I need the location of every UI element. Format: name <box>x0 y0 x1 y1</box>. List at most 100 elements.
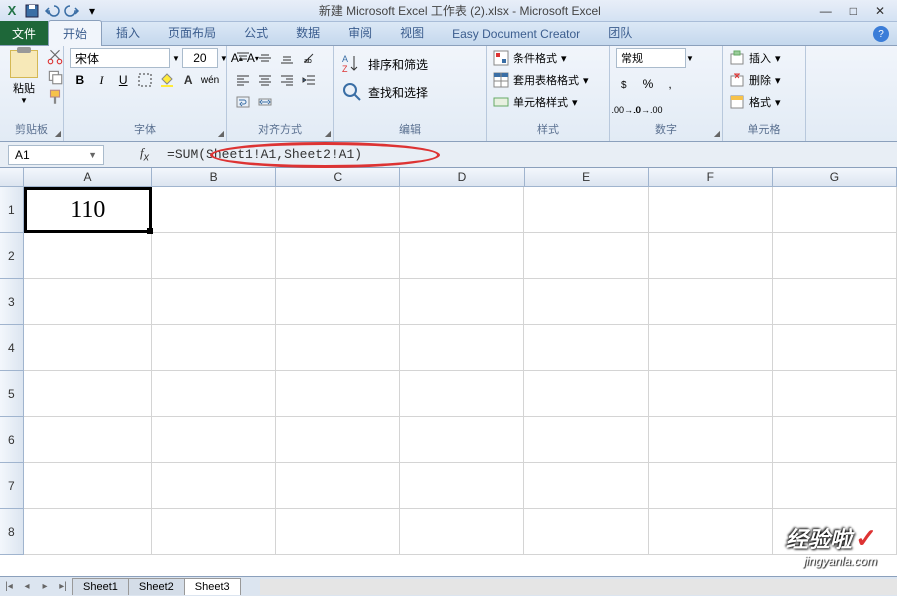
format-painter-icon[interactable] <box>46 88 64 106</box>
sheet-nav-last-icon[interactable]: ▸| <box>54 578 72 596</box>
tab-review[interactable]: 审阅 <box>334 20 386 45</box>
cell-D1[interactable] <box>400 187 524 233</box>
tab-easy-doc[interactable]: Easy Document Creator <box>438 23 594 45</box>
cell-F1[interactable] <box>649 187 773 233</box>
decrease-decimal-icon[interactable]: .0→.00 <box>638 100 658 120</box>
file-tab[interactable]: 文件 <box>0 21 48 45</box>
horizontal-scrollbar[interactable] <box>260 579 897 595</box>
cell-E4[interactable] <box>524 325 648 371</box>
phonetic-button[interactable]: wén <box>200 70 220 90</box>
comma-icon[interactable]: , <box>660 74 680 94</box>
cell-E3[interactable] <box>524 279 648 325</box>
increase-indent-icon[interactable] <box>299 70 319 90</box>
close-button[interactable]: ✕ <box>875 4 885 18</box>
spreadsheet-grid[interactable]: ABCDEFG 11102345678 <box>0 168 897 578</box>
column-header-G[interactable]: G <box>773 168 897 186</box>
font-name-select[interactable] <box>70 48 170 68</box>
align-top-icon[interactable] <box>233 48 253 68</box>
cell-C1[interactable] <box>276 187 400 233</box>
cell-E6[interactable] <box>524 417 648 463</box>
conditional-format-button[interactable]: 条件格式 ▾ <box>493 48 603 68</box>
underline-button[interactable]: U <box>113 70 133 90</box>
column-header-E[interactable]: E <box>525 168 649 186</box>
tab-insert[interactable]: 插入 <box>102 20 154 45</box>
cell-G7[interactable] <box>773 463 897 509</box>
cell-F7[interactable] <box>649 463 773 509</box>
sheet-nav-first-icon[interactable]: |◂ <box>0 578 18 596</box>
maximize-button[interactable]: □ <box>850 4 857 18</box>
cell-C2[interactable] <box>276 233 400 279</box>
cell-E8[interactable] <box>524 509 648 555</box>
sheet-tab-sheet2[interactable]: Sheet2 <box>128 578 185 595</box>
table-format-button[interactable]: 套用表格格式 ▾ <box>493 70 603 90</box>
number-format-select[interactable] <box>616 48 686 68</box>
row-header-5[interactable]: 5 <box>0 371 24 417</box>
cell-G5[interactable] <box>773 371 897 417</box>
align-left-icon[interactable] <box>233 70 253 90</box>
column-header-C[interactable]: C <box>276 168 400 186</box>
row-header-1[interactable]: 1 <box>0 187 24 233</box>
orientation-icon[interactable]: ab <box>299 48 319 68</box>
find-select-button[interactable]: 查找和选择 <box>340 80 480 104</box>
copy-icon[interactable] <box>46 68 64 86</box>
align-center-icon[interactable] <box>255 70 275 90</box>
cell-E2[interactable] <box>524 233 648 279</box>
cell-A6[interactable] <box>24 417 152 463</box>
font-launcher-icon[interactable]: ◢ <box>218 129 224 138</box>
cell-C6[interactable] <box>276 417 400 463</box>
cell-G1[interactable] <box>773 187 897 233</box>
cell-A7[interactable] <box>24 463 152 509</box>
cell-F3[interactable] <box>649 279 773 325</box>
cut-icon[interactable] <box>46 48 64 66</box>
row-header-6[interactable]: 6 <box>0 417 24 463</box>
cell-B4[interactable] <box>152 325 276 371</box>
align-bottom-icon[interactable] <box>277 48 297 68</box>
number-launcher-icon[interactable]: ◢ <box>714 129 720 138</box>
percent-icon[interactable]: % <box>638 74 658 94</box>
undo-icon[interactable] <box>44 3 60 19</box>
cell-F8[interactable] <box>649 509 773 555</box>
cell-A4[interactable] <box>24 325 152 371</box>
cell-F6[interactable] <box>649 417 773 463</box>
cell-E7[interactable] <box>524 463 648 509</box>
row-header-4[interactable]: 4 <box>0 325 24 371</box>
sort-filter-button[interactable]: AZ 排序和筛选 <box>340 52 480 76</box>
cell-D2[interactable] <box>400 233 524 279</box>
cell-D5[interactable] <box>400 371 524 417</box>
cell-G6[interactable] <box>773 417 897 463</box>
name-box-dropdown-icon[interactable]: ▼ <box>88 150 97 160</box>
cell-B5[interactable] <box>152 371 276 417</box>
cell-G3[interactable] <box>773 279 897 325</box>
tab-formulas[interactable]: 公式 <box>230 20 282 45</box>
cell-A8[interactable] <box>24 509 152 555</box>
tab-page-layout[interactable]: 页面布局 <box>154 20 230 45</box>
align-middle-icon[interactable] <box>255 48 275 68</box>
cell-B1[interactable] <box>152 187 276 233</box>
sheet-nav-next-icon[interactable]: ▸ <box>36 578 54 596</box>
sheet-nav-prev-icon[interactable]: ◂ <box>18 578 36 596</box>
cell-B2[interactable] <box>152 233 276 279</box>
cell-styles-button[interactable]: 单元格样式 ▾ <box>493 92 603 112</box>
redo-icon[interactable] <box>64 3 80 19</box>
tab-home[interactable]: 开始 <box>48 20 102 46</box>
cell-B7[interactable] <box>152 463 276 509</box>
bold-button[interactable]: B <box>70 70 90 90</box>
merge-cells-icon[interactable] <box>255 92 275 112</box>
column-header-A[interactable]: A <box>24 168 152 186</box>
fx-icon[interactable]: fx <box>140 145 149 164</box>
column-header-F[interactable]: F <box>649 168 773 186</box>
select-all-button[interactable] <box>0 168 24 187</box>
cell-C4[interactable] <box>276 325 400 371</box>
currency-icon[interactable]: $ <box>616 74 636 94</box>
column-header-D[interactable]: D <box>400 168 524 186</box>
cell-F4[interactable] <box>649 325 773 371</box>
cell-G2[interactable] <box>773 233 897 279</box>
cell-D8[interactable] <box>400 509 524 555</box>
cell-D7[interactable] <box>400 463 524 509</box>
cell-A1[interactable]: 110 <box>24 187 152 233</box>
font-color-button[interactable]: A <box>178 70 198 90</box>
help-button[interactable]: ? <box>873 26 889 42</box>
cell-B6[interactable] <box>152 417 276 463</box>
row-header-2[interactable]: 2 <box>0 233 24 279</box>
delete-cells-button[interactable]: 删除 ▾ <box>729 70 799 90</box>
